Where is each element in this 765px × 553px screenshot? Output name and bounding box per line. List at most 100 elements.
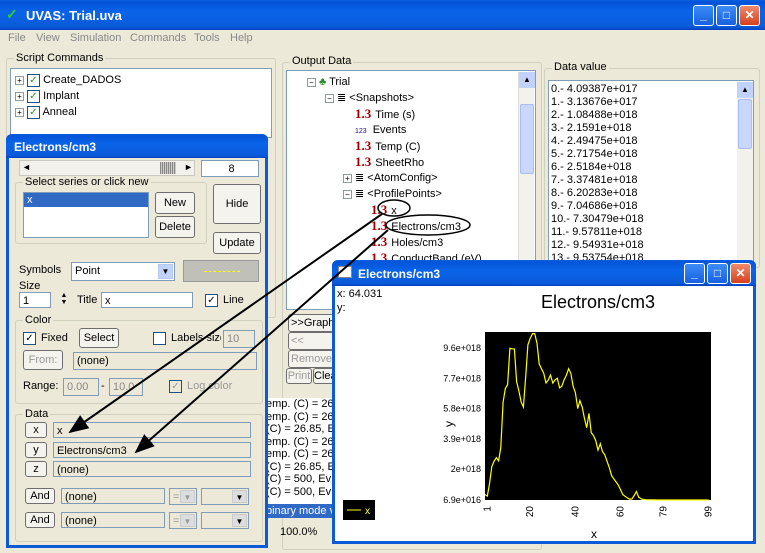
collapse-icon[interactable]: − [307, 77, 316, 87]
data-value-row: 3.- 2.1591e+018 [551, 122, 632, 134]
scroll-left-icon[interactable]: ◄ [22, 162, 31, 172]
graph-button[interactable]: >>Graph [288, 314, 334, 332]
graph-minimize-button[interactable]: _ [684, 263, 705, 284]
scroll-thumb[interactable] [520, 104, 534, 174]
remove-button[interactable]: Remove [288, 350, 334, 368]
and-button-2[interactable]: And [25, 512, 55, 528]
tree-sheetrho[interactable]: 1.3 SheetRho [307, 154, 535, 170]
tree-temp[interactable]: 1.3 Temp (C) [307, 138, 535, 154]
scroll-up-button[interactable]: ▲ [737, 82, 753, 98]
range-max-input[interactable]: 10.0 [109, 378, 143, 396]
and-target-1[interactable]: ▼ [201, 488, 249, 505]
checkbox-icon: ✓ [27, 73, 40, 87]
print-button[interactable]: Print [286, 368, 312, 384]
fixed-checkbox[interactable]: ✓ [23, 332, 36, 345]
symbols-select[interactable]: Point ▼ [71, 262, 175, 281]
collapse-icon[interactable]: − [343, 189, 352, 199]
menu-view[interactable]: View [36, 32, 60, 44]
script-item-anneal[interactable]: + ✓ Anneal [15, 104, 271, 120]
minimize-button[interactable]: _ [693, 5, 714, 26]
scroll-thumb[interactable] [160, 162, 176, 174]
script-item-create-dados[interactable]: + ✓ Create_DADOS [15, 72, 271, 88]
list-icon: ≣ [355, 172, 365, 184]
script-item-implant[interactable]: + ✓ Implant [15, 88, 271, 104]
expand-icon[interactable]: + [343, 173, 352, 183]
dropdown-arrow-icon[interactable]: ▼ [232, 514, 247, 527]
series-scrollbar[interactable]: ◄ ► [19, 160, 195, 176]
from-button[interactable]: From: [23, 350, 63, 370]
delete-button[interactable]: Delete [155, 216, 195, 238]
x-tick-label: 79 [659, 506, 670, 518]
scroll-thumb[interactable] [738, 99, 752, 149]
update-button[interactable]: Update [213, 232, 261, 254]
and-button-1[interactable]: And [25, 488, 55, 504]
graph-back-button[interactable]: << Graph [288, 332, 334, 363]
dropdown-arrow-icon[interactable]: ▼ [180, 514, 195, 527]
z-data-button[interactable]: z [25, 461, 47, 477]
chart-title: Electrons/cm3 [541, 292, 655, 312]
tree-profilepoints[interactable]: − ≣ <ProfilePoints> [307, 186, 535, 202]
tree-atomconfig[interactable]: + ≣ <AtomConfig> [307, 170, 535, 186]
log-line: (C) = 500, Ev [266, 485, 332, 498]
main-titlebar[interactable]: ✓ UVAS: Trial.uva _ □ ✕ [0, 0, 765, 30]
graph-close-button[interactable]: ✕ [730, 263, 751, 284]
data-value-row: 9.- 7.04686e+018 [551, 200, 638, 212]
dropdown-arrow-icon[interactable]: ▼ [180, 490, 195, 503]
new-button[interactable]: New [155, 192, 195, 214]
series-window-titlebar[interactable]: Electrons/cm3 [6, 134, 268, 158]
scroll-right-icon[interactable]: ► [184, 162, 193, 172]
tree-time[interactable]: 1.3 Time (s) [307, 106, 535, 122]
tree-snapshots[interactable]: − ≣ <Snapshots> [307, 90, 535, 106]
maximize-button[interactable]: □ [716, 5, 737, 26]
series-list-item[interactable]: x [24, 193, 148, 207]
x-data-button[interactable]: x [25, 422, 47, 438]
select-color-button[interactable]: Select [79, 328, 119, 348]
scroll-up-button[interactable]: ▲ [519, 72, 535, 88]
data-value-scrollbar[interactable]: ▲ [737, 82, 753, 264]
y-tick-label: 5.8e+018 [443, 404, 481, 414]
menu-commands[interactable]: Commands [130, 32, 186, 44]
tree-trial[interactable]: − ♣ Trial [307, 74, 535, 90]
tree-x[interactable]: 1.3 x [307, 202, 535, 218]
log-color-checkbox[interactable]: ✓ [169, 380, 182, 393]
series-list[interactable]: x [23, 192, 149, 238]
chart-svg[interactable]: Electrons/cm3 6.9e+016 2e+018 3.9e+018 5.8e+… [335, 286, 753, 541]
labels-size-checkbox[interactable] [153, 332, 166, 345]
line-checkbox[interactable]: ✓ [205, 294, 218, 307]
tree-electrons[interactable]: 1.3 Electrons/cm3 [307, 218, 535, 234]
expand-icon[interactable]: + [15, 91, 24, 101]
menu-help[interactable]: Help [230, 32, 253, 44]
hide-button[interactable]: Hide [213, 184, 261, 224]
and-operator-1[interactable]: = ▼ [169, 488, 197, 505]
labels-size-input[interactable]: 10 [223, 330, 255, 348]
size-input[interactable]: 1 [19, 292, 51, 308]
expand-icon[interactable]: + [15, 75, 24, 85]
graph-canvas[interactable]: x: 64.031 y: Electrons/cm3 6.9e+016 2e+018… [335, 286, 753, 541]
menu-simulation[interactable]: Simulation [70, 32, 121, 44]
y-data-button[interactable]: y [25, 442, 47, 458]
menu-file[interactable]: File [8, 32, 26, 44]
tree-events[interactable]: 123 Events [307, 122, 535, 138]
dropdown-arrow-icon[interactable]: ▼ [232, 490, 247, 503]
range-min-input[interactable]: 0.00 [63, 378, 99, 396]
close-button[interactable]: ✕ [739, 5, 760, 26]
graph-window-titlebar[interactable]: Electrons/cm3 _ □ ✕ [332, 260, 756, 286]
title-input[interactable]: x [101, 292, 193, 308]
size-stepper[interactable]: ▲ ▼ [57, 292, 71, 308]
plot-area [485, 332, 711, 500]
graph-window[interactable]: Electrons/cm3 _ □ ✕ x: 64.031 y: Electro… [332, 260, 756, 544]
and-target-2[interactable]: ▼ [201, 512, 249, 529]
data-value-row: 0.- 4.09387e+017 [551, 83, 638, 95]
dropdown-arrow-icon[interactable]: ▼ [158, 264, 173, 279]
y-tick-label: 6.9e+016 [443, 495, 481, 505]
collapse-icon[interactable]: − [325, 93, 334, 103]
graph-maximize-button[interactable]: □ [707, 263, 728, 284]
expand-icon[interactable]: + [15, 107, 24, 117]
series-window[interactable]: Electrons/cm3 ◄ ► 8 Select series or cli… [6, 134, 268, 548]
line-style-preview[interactable] [183, 260, 259, 282]
select-series-label: Select series or click new [23, 176, 151, 188]
tree-holes[interactable]: 1.3 Holes/cm3 [307, 234, 535, 250]
and-operator-2[interactable]: = ▼ [169, 512, 197, 529]
menu-tools[interactable]: Tools [194, 32, 220, 44]
log-line: (C) = 26.85, E [266, 423, 335, 435]
